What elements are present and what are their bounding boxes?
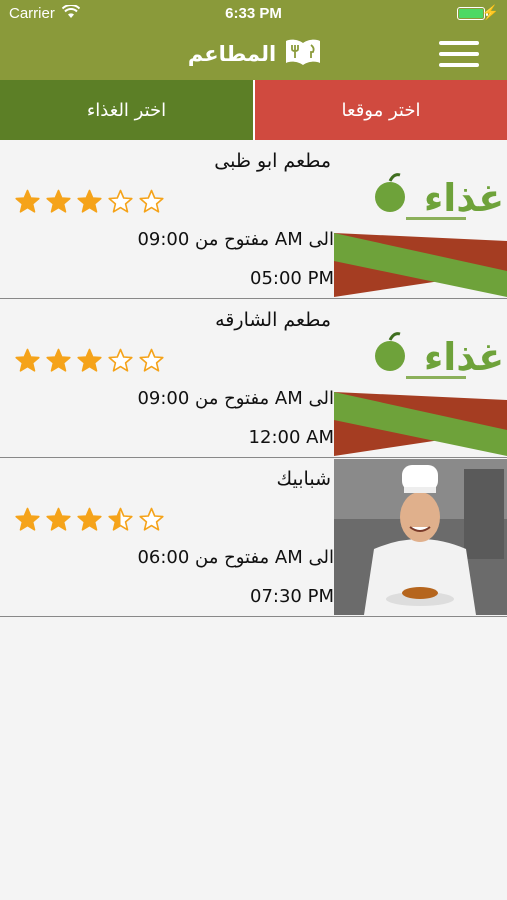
restaurant-name: مطعم ابو ظبى — [214, 150, 331, 172]
star-empty-icon — [139, 189, 164, 213]
selector-tabs: اختر الغذاء اختر موقعا — [0, 80, 507, 140]
star-filled-icon — [77, 507, 102, 531]
star-filled-icon — [15, 348, 40, 372]
ghitha-logo-thumbnail: غذاء — [334, 141, 507, 297]
star-filled-icon — [46, 348, 71, 372]
rating-stars — [14, 348, 165, 373]
tab-choose-food[interactable]: اختر الغذاء — [0, 80, 253, 140]
star-filled-icon — [46, 189, 71, 213]
star-filled-icon — [15, 507, 40, 531]
opening-hours: مفتوح من 06:00 AM الى — [137, 547, 334, 568]
restaurant-name: مطعم الشارقه — [215, 309, 331, 331]
closing-time: 12:00 AM — [248, 427, 334, 448]
chef-photo-thumbnail — [334, 459, 507, 615]
star-half-icon — [108, 507, 133, 531]
nav-title-group: المطاعم — [187, 36, 322, 72]
book-utensils-icon — [284, 37, 322, 71]
status-time: 6:33 PM — [225, 5, 282, 22]
star-empty-icon — [108, 189, 133, 213]
star-filled-icon — [77, 189, 102, 213]
restaurant-name: شبابيك — [276, 468, 331, 490]
nav-bar: المطاعم — [0, 28, 507, 80]
restaurant-card[interactable]: غذاء مطعم الشارقه مفتوح من 09:00 AM الى … — [0, 299, 507, 458]
status-bar: Carrier 6:33 PM ⚡ — [0, 0, 507, 28]
star-empty-icon — [139, 348, 164, 372]
logo-text: غذاء — [424, 335, 504, 379]
ghitha-logo-thumbnail: غذاء — [334, 300, 507, 456]
star-empty-icon — [139, 507, 164, 531]
charging-icon: ⚡ — [481, 4, 499, 20]
opening-hours: مفتوح من 09:00 AM الى — [137, 388, 334, 409]
restaurant-list: غذاء مطعم ابو ظبى مفتوح من 09:00 AM الى … — [0, 140, 507, 617]
restaurant-card[interactable]: شبابيك مفتوح من 06:00 AM الى 07:30 PM — [0, 458, 507, 617]
star-filled-icon — [15, 189, 40, 213]
hamburger-menu-icon[interactable] — [439, 39, 479, 69]
closing-time: 05:00 PM — [250, 268, 334, 289]
rating-stars — [14, 507, 165, 532]
star-filled-icon — [77, 348, 102, 372]
page-title: المطاعم — [187, 42, 277, 66]
logo-text: غذاء — [424, 176, 504, 220]
restaurant-card[interactable]: غذاء مطعم ابو ظبى مفتوح من 09:00 AM الى … — [0, 140, 507, 299]
rating-stars — [14, 189, 165, 214]
opening-hours: مفتوح من 09:00 AM الى — [137, 229, 334, 250]
tab-choose-location[interactable]: اختر موقعا — [253, 80, 507, 140]
star-filled-icon — [46, 507, 71, 531]
closing-time: 07:30 PM — [250, 586, 334, 607]
star-empty-icon — [108, 348, 133, 372]
